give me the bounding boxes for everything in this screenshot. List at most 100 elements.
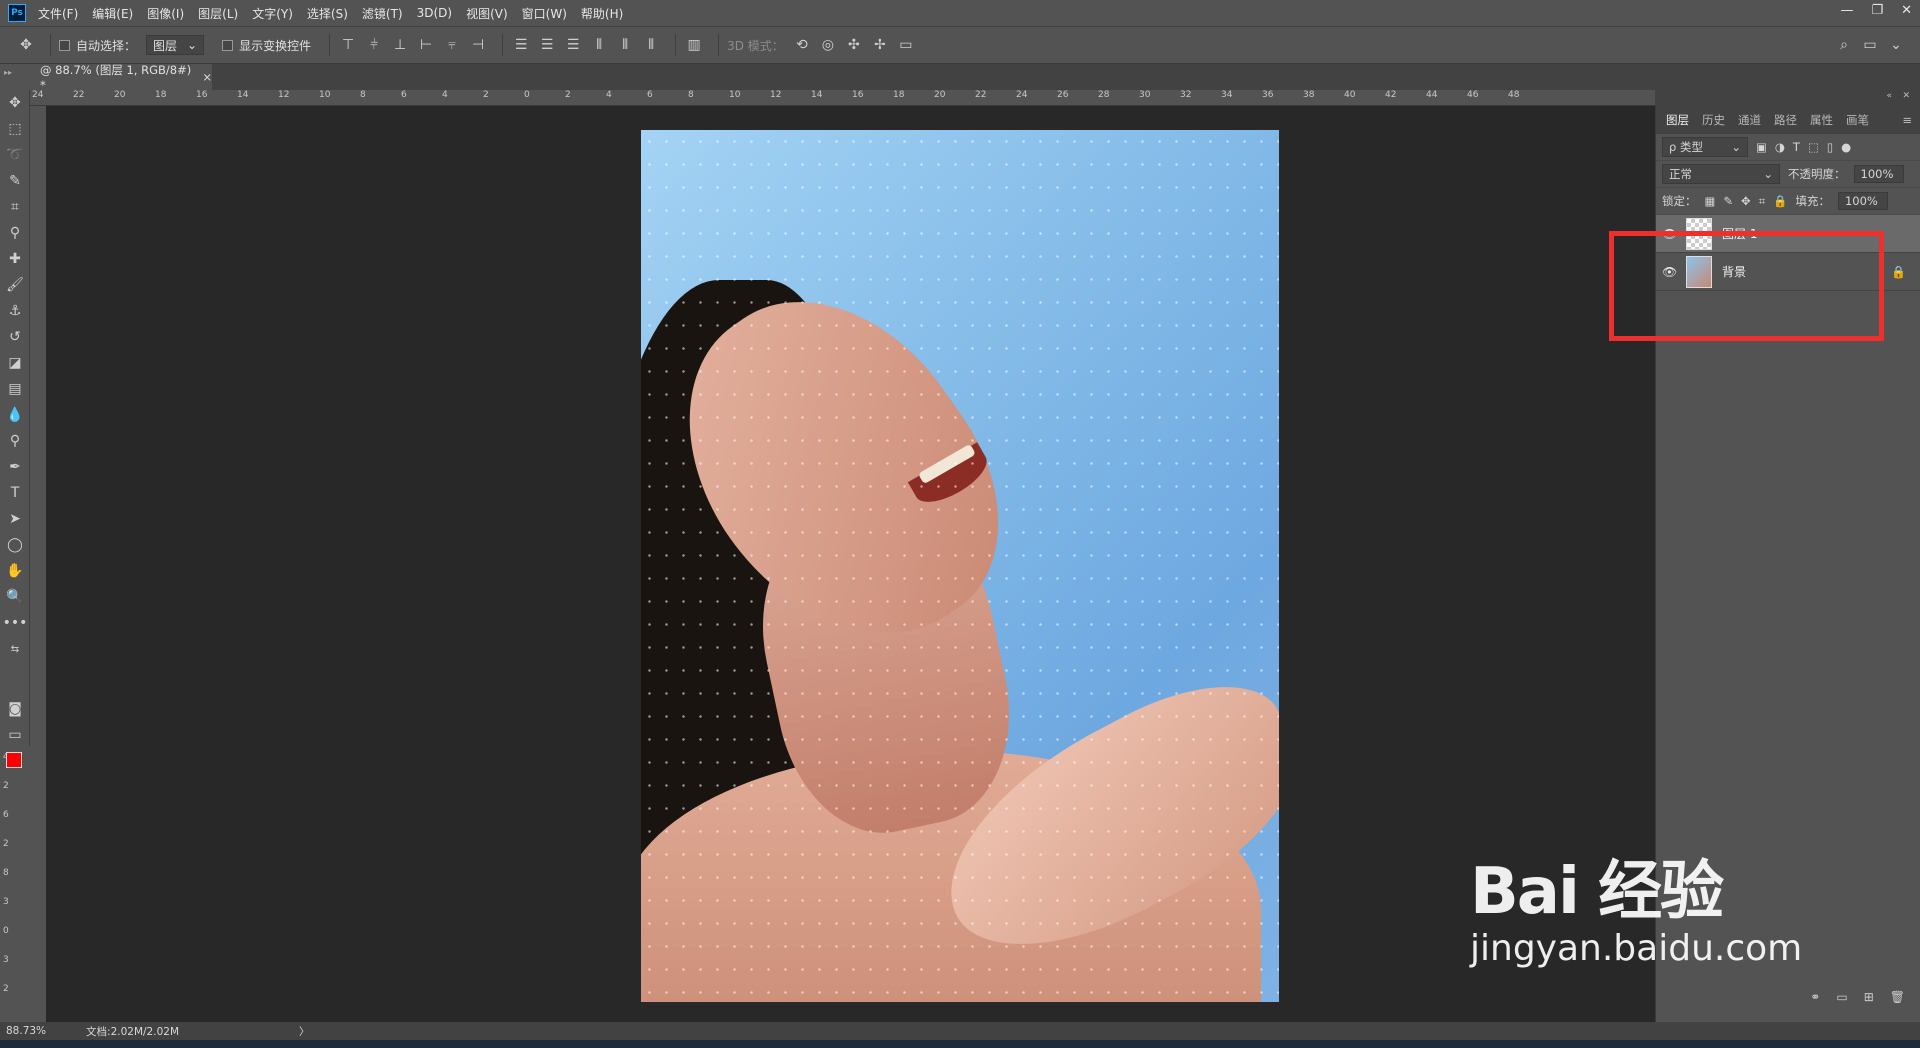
history-brush-tool-icon[interactable]: ↺ — [0, 324, 30, 350]
crop-tool-icon[interactable]: ⌗ — [0, 194, 30, 220]
document-tab[interactable]: @ 88.7% (图层 1, RGB/8#) * × — [30, 63, 212, 92]
ellipse-tool-icon[interactable]: ◯ — [0, 532, 30, 558]
auto-select-checkbox[interactable] — [59, 39, 70, 51]
tab-paths[interactable]: 路径 — [1774, 112, 1797, 128]
pen-tool-icon[interactable]: ✒ — [0, 454, 30, 480]
align-hcenter-icon[interactable]: ⫧ — [442, 35, 462, 55]
screen-mode-icon[interactable]: ▭ — [0, 722, 30, 748]
gradient-tool-icon[interactable]: ▤ — [0, 376, 30, 402]
drag-3d-icon[interactable]: ✣ — [844, 35, 864, 55]
menu-layer[interactable]: 图层(L) — [198, 5, 238, 22]
menu-view[interactable]: 视图(V) — [466, 5, 508, 22]
menu-select[interactable]: 选择(S) — [307, 5, 348, 22]
document-image[interactable] — [641, 130, 1279, 1002]
zoom-tool-icon[interactable]: 🔍 — [0, 584, 30, 610]
menu-window[interactable]: 窗口(W) — [522, 5, 567, 22]
filter-smart-object-icon[interactable]: ▯ — [1827, 140, 1833, 154]
quick-mask-icon[interactable]: ◙ — [0, 696, 30, 722]
scale-3d-icon[interactable]: ▭ — [896, 35, 916, 55]
menu-filter[interactable]: 滤镜(T) — [362, 5, 403, 22]
layer-filter-dropdown[interactable]: ρ 类型 ⌄ — [1662, 137, 1748, 157]
filter-adjustment-icon[interactable]: ◑ — [1775, 140, 1785, 154]
restore-button[interactable]: ❐ — [1871, 3, 1883, 18]
new-group-icon[interactable]: ▭ — [1836, 990, 1847, 1004]
menu-3d[interactable]: 3D(D) — [417, 6, 452, 20]
status-menu-arrow[interactable]: 〉 — [299, 1024, 310, 1039]
link-layers-icon[interactable]: ⚭ — [1810, 990, 1820, 1004]
panel-collapse-strip[interactable]: « ✕ — [1655, 90, 1920, 106]
more-tools-icon[interactable]: ••• — [0, 610, 30, 636]
menu-edit[interactable]: 编辑(E) — [92, 5, 133, 22]
roll-3d-icon[interactable]: ◎ — [818, 35, 838, 55]
distribute-hcenter-icon[interactable]: ⦀ — [615, 35, 635, 55]
menu-image[interactable]: 图像(I) — [147, 5, 184, 22]
orbit-3d-icon[interactable]: ⟲ — [792, 35, 812, 55]
collapse-panel-icon[interactable]: « — [1886, 91, 1892, 101]
filter-toggle-icon[interactable]: ● — [1841, 140, 1851, 154]
new-layer-icon[interactable]: ⊞ — [1864, 990, 1874, 1004]
swap-colors-icon[interactable]: ⇆ — [0, 636, 30, 662]
auto-align-icon[interactable]: ▥ — [684, 35, 704, 55]
close-button[interactable]: ✕ — [1901, 3, 1912, 18]
close-tab-icon[interactable]: × — [202, 70, 212, 84]
blend-mode-dropdown[interactable]: 正常 ⌄ — [1662, 164, 1780, 184]
align-right-icon[interactable]: ⊣ — [468, 35, 488, 55]
distribute-bottom-icon[interactable]: ☰ — [563, 35, 583, 55]
menu-file[interactable]: 文件(F) — [38, 5, 78, 22]
foreground-color-swatch[interactable] — [6, 752, 22, 768]
menu-help[interactable]: 帮助(H) — [581, 5, 623, 22]
healing-brush-tool-icon[interactable]: ✚ — [0, 246, 30, 272]
filter-type-icon[interactable]: T — [1793, 140, 1800, 154]
layer-row-background[interactable]: 👁 背景 🔒 — [1656, 253, 1920, 291]
align-bottom-icon[interactable]: ⊥ — [390, 35, 410, 55]
show-transform-checkbox[interactable] — [222, 39, 234, 51]
type-tool-icon[interactable]: T — [0, 480, 30, 506]
move-tool-icon[interactable]: ✥ — [16, 35, 36, 55]
close-panel-icon[interactable]: ✕ — [1902, 91, 1910, 101]
toolbar-grip[interactable]: ▸▸ — [0, 64, 30, 90]
lock-pixels-icon[interactable]: ✎ — [1723, 194, 1733, 208]
hand-tool-icon[interactable]: ✋ — [0, 558, 30, 584]
delete-layer-icon[interactable]: 🗑 — [1890, 990, 1905, 1004]
menu-type[interactable]: 文字(Y) — [252, 5, 293, 22]
zoom-level[interactable]: 88.73% — [6, 1025, 46, 1037]
distribute-right-icon[interactable]: ⦀ — [641, 35, 661, 55]
move-tool-icon[interactable]: ✥ — [0, 90, 30, 116]
filter-shape-icon[interactable]: ⬚ — [1808, 140, 1819, 154]
search-icon[interactable]: ⌕ — [1834, 35, 1854, 55]
marquee-tool-icon[interactable]: ⬚ — [0, 116, 30, 142]
visibility-eye-icon[interactable]: 👁 — [1662, 265, 1677, 279]
tab-history[interactable]: 历史 — [1702, 112, 1725, 128]
dodge-tool-icon[interactable]: ⚲ — [0, 428, 30, 454]
distribute-left-icon[interactable]: ⦀ — [589, 35, 609, 55]
blur-tool-icon[interactable]: 💧 — [0, 402, 30, 428]
tab-properties[interactable]: 属性 — [1810, 112, 1833, 128]
align-vcenter-icon[interactable]: ⫩ — [364, 35, 384, 55]
distribute-vcenter-icon[interactable]: ☰ — [537, 35, 557, 55]
eraser-tool-icon[interactable]: ◪ — [0, 350, 30, 376]
align-left-icon[interactable]: ⊢ — [416, 35, 436, 55]
opacity-input[interactable]: 100% — [1853, 165, 1904, 183]
eyedropper-tool-icon[interactable]: ⚲ — [0, 220, 30, 246]
lock-position-icon[interactable]: ✥ — [1741, 194, 1751, 208]
lasso-tool-icon[interactable]: ➰ — [0, 142, 30, 168]
minimize-button[interactable]: — — [1840, 3, 1853, 18]
auto-select-dropdown[interactable]: 图层 ⌄ — [146, 35, 205, 55]
path-select-tool-icon[interactable]: ➤ — [0, 506, 30, 532]
lock-transparent-icon[interactable]: ▦ — [1705, 194, 1716, 208]
fill-input[interactable]: 100% — [1837, 192, 1888, 210]
brush-tool-icon[interactable]: 🖌 — [0, 272, 30, 298]
chevron-down-icon[interactable]: ⌄ — [1886, 35, 1906, 55]
align-top-icon[interactable]: ⊤ — [338, 35, 358, 55]
distribute-top-icon[interactable]: ☰ — [511, 35, 531, 55]
visibility-eye-icon[interactable]: 👁 — [1662, 227, 1677, 241]
quick-select-tool-icon[interactable]: ✎ — [0, 168, 30, 194]
tab-channels[interactable]: 通道 — [1738, 112, 1761, 128]
panel-menu-icon[interactable]: ≡ — [1902, 113, 1912, 127]
filter-pixel-icon[interactable]: ▣ — [1756, 140, 1767, 154]
lock-all-icon[interactable]: 🔒 — [1773, 194, 1787, 208]
lock-artboard-icon[interactable]: ⌗ — [1759, 194, 1765, 209]
clone-stamp-tool-icon[interactable]: ⚓ — [0, 298, 30, 324]
workspace-icon[interactable]: ▭ — [1860, 35, 1880, 55]
layer-row-layer1[interactable]: 👁 图层 1 — [1656, 215, 1920, 253]
